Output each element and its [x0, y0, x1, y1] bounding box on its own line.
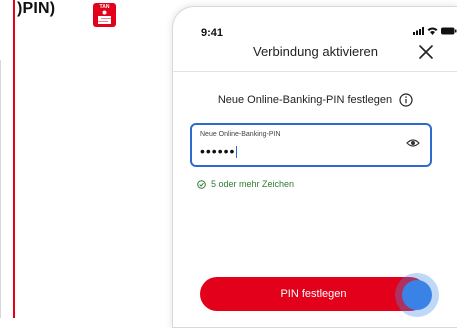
- close-icon[interactable]: [417, 43, 435, 61]
- pin-input-value-row: ••••••: [200, 143, 238, 159]
- wifi-icon: [427, 27, 438, 35]
- pin-input-value: ••••••: [200, 143, 236, 159]
- pin-heading: Neue Online-Banking-PIN festlegen: [217, 93, 393, 106]
- pin-input-label: Neue Online-Banking-PIN: [200, 131, 281, 138]
- pin-hint: 5 oder mehr Zeichen: [197, 179, 294, 189]
- left-panel-edge: [0, 0, 15, 318]
- info-icon[interactable]: [399, 93, 413, 107]
- s-tan-app-icon: TAN: [93, 3, 116, 27]
- pin-heading-row: Neue Online-Banking-PIN festlegen: [173, 93, 457, 107]
- nav-title: Verbindung aktivieren: [252, 44, 379, 59]
- pin-hint-text: 5 oder mehr Zeichen: [211, 179, 295, 189]
- pin-input-field[interactable]: Neue Online-Banking-PIN ••••••: [190, 123, 432, 167]
- set-pin-button[interactable]: PIN festlegen: [200, 277, 427, 311]
- check-circle-icon: [197, 179, 206, 189]
- sparkasse-logo-icon: [98, 10, 111, 24]
- battery-icon: [441, 27, 457, 35]
- status-time: 9:41: [201, 27, 224, 39]
- red-accent-line: [13, 0, 15, 318]
- eye-icon[interactable]: [406, 138, 420, 148]
- status-icons: [413, 27, 457, 35]
- page-title-fragment: )PIN): [17, 0, 56, 17]
- left-panel-divider: [0, 60, 1, 318]
- touch-indicator: [402, 280, 432, 310]
- text-caret: [236, 146, 238, 159]
- phone-screen: 9:41 Verbindung aktivieren Neue Online-B…: [172, 6, 457, 328]
- nav-divider: [173, 71, 457, 72]
- signal-icon: [413, 27, 424, 35]
